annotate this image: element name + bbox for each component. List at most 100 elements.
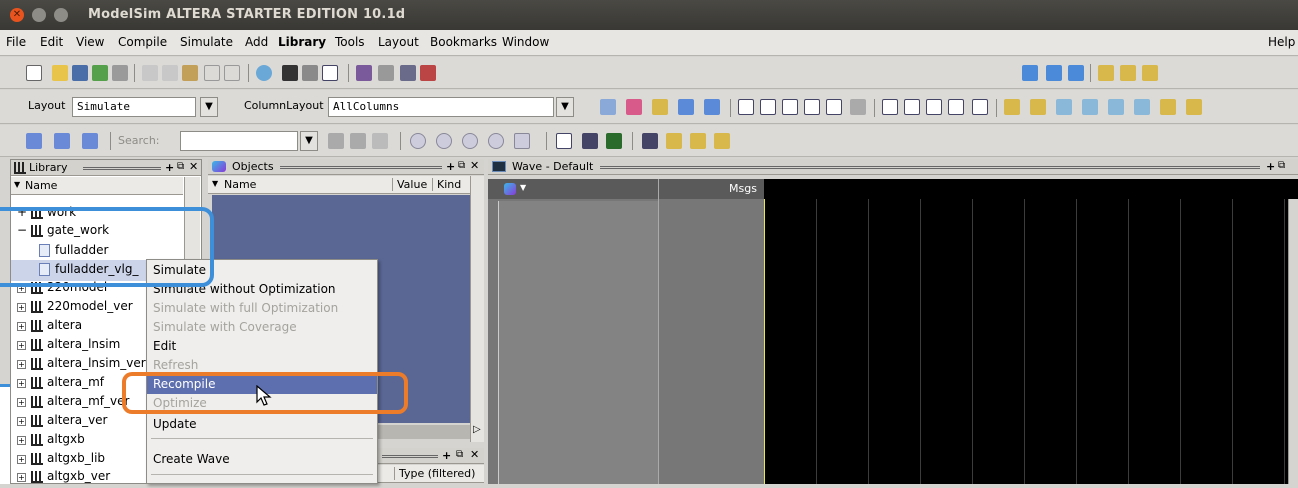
zoom-cursor-icon[interactable] [488, 133, 504, 149]
help-icon[interactable] [256, 65, 272, 81]
cursor-lock-icon[interactable] [948, 99, 964, 115]
column-layout-dropdown-button[interactable]: ▼ [556, 97, 574, 117]
library-item-altera-ver[interactable]: + altera_ver [11, 411, 161, 432]
expand-icon[interactable]: + [17, 436, 26, 445]
expand-icon[interactable]: + [17, 341, 26, 350]
play-cursor-icon[interactable] [972, 99, 988, 115]
close-window-icon[interactable]: ✕ [10, 8, 24, 22]
break-icon[interactable] [420, 65, 436, 81]
menu-edit[interactable]: Edit [40, 35, 63, 49]
expand-icon[interactable]: + [17, 322, 26, 331]
close-panel-icon[interactable]: ✕ [470, 159, 479, 172]
save-icon[interactable] [72, 65, 88, 81]
erase-icon[interactable] [850, 99, 866, 115]
zoom-in-icon[interactable] [410, 133, 426, 149]
wave-cursor[interactable] [764, 199, 765, 484]
new-file-icon[interactable] [26, 65, 42, 81]
library-item-220model-ver[interactable]: + 220model_ver [11, 297, 161, 318]
step-icon[interactable] [26, 133, 42, 149]
wave-names-pane[interactable]: ▼ [488, 179, 658, 484]
wave-view-1-icon[interactable] [556, 133, 572, 149]
step-out-icon[interactable] [1068, 65, 1084, 81]
paste-icon[interactable] [182, 65, 198, 81]
memory-icon[interactable] [322, 65, 338, 81]
expand-icon[interactable]: + [17, 473, 26, 482]
undo-icon[interactable] [204, 65, 220, 81]
menu-library[interactable]: Library [278, 35, 326, 49]
ctx-update[interactable]: Update [147, 415, 377, 434]
chevron-down-icon[interactable]: ▼ [520, 183, 526, 192]
objects-scrollbar[interactable]: ▷ [470, 176, 484, 442]
wave-names-list[interactable] [498, 201, 658, 484]
find-icon[interactable] [282, 65, 298, 81]
copy-icon[interactable] [162, 65, 178, 81]
menu-file[interactable]: File [6, 35, 26, 49]
format-1-icon[interactable] [738, 99, 754, 115]
objects-hscrollbar[interactable] [378, 425, 470, 439]
wave-options-icon[interactable] [504, 183, 516, 195]
undock-icon[interactable]: ⧉ [456, 449, 463, 460]
compile-all-icon[interactable] [378, 65, 394, 81]
wave-values-pane[interactable]: Msgs [658, 179, 765, 484]
expand-icon[interactable]: + [17, 398, 26, 407]
search-next-icon[interactable] [350, 133, 366, 149]
zoom-out-icon[interactable] [436, 133, 452, 149]
menu-add[interactable]: Add [245, 35, 268, 49]
column-name[interactable]: Name [224, 178, 256, 191]
zoom-mode-icon[interactable] [904, 99, 920, 115]
step-up-icon[interactable] [1022, 65, 1038, 81]
zoom-range-icon[interactable] [514, 133, 530, 149]
edge-first-icon[interactable] [1108, 99, 1124, 115]
compile-icon[interactable] [356, 65, 372, 81]
dock-plus-icon[interactable]: + [446, 160, 455, 173]
close-panel-icon[interactable]: ✕ [189, 160, 198, 173]
schematic-icon[interactable] [1120, 65, 1136, 81]
menu-compile[interactable]: Compile [118, 35, 167, 49]
edge-prev-icon[interactable] [1082, 99, 1098, 115]
undock-icon[interactable]: ⧉ [1278, 160, 1285, 171]
menu-tools[interactable]: Tools [335, 35, 365, 49]
add-list-icon[interactable] [626, 99, 642, 115]
menu-layout[interactable]: Layout [378, 35, 419, 49]
wave-edge-2-icon[interactable] [690, 133, 706, 149]
select-pointer-icon[interactable] [882, 99, 898, 115]
library-item-altgxb-ver[interactable]: + altgxb_ver [11, 467, 161, 488]
layout-select[interactable]: Simulate [72, 97, 196, 117]
step-over-icon[interactable] [1046, 65, 1062, 81]
column-layout-select[interactable]: AllColumns [328, 97, 554, 117]
add-watch-icon[interactable] [704, 99, 720, 115]
ctx-create-wave[interactable]: Create Wave [147, 450, 377, 469]
wave-edge-3-icon[interactable] [714, 133, 730, 149]
expand-icon[interactable]: + [17, 303, 26, 312]
dock-plus-icon[interactable]: + [442, 449, 451, 462]
library-item-altera[interactable]: + altera [11, 316, 161, 337]
menu-help[interactable]: Help [1268, 35, 1295, 49]
add-cursor-icon[interactable] [926, 99, 942, 115]
zoom-full-icon[interactable] [462, 133, 478, 149]
undock-icon[interactable]: ⧉ [177, 161, 184, 172]
add-memory-icon[interactable] [678, 99, 694, 115]
library-item-altera-lnsim[interactable]: + altera_lnsim [11, 335, 161, 356]
menu-view[interactable]: View [76, 35, 104, 49]
dataflow-icon[interactable] [1098, 65, 1114, 81]
step-back-icon[interactable] [54, 133, 70, 149]
maximize-window-icon[interactable] [54, 8, 68, 22]
menu-bookmarks[interactable]: Bookmarks [430, 35, 497, 49]
column-value[interactable]: Value [392, 178, 427, 191]
edge-next-icon[interactable] [1056, 99, 1072, 115]
add-wave-icon[interactable] [600, 99, 616, 115]
format-io-icon[interactable] [782, 99, 798, 115]
edge-search-back-icon[interactable] [1186, 99, 1202, 115]
search-dropdown-button[interactable]: ▼ [300, 131, 318, 151]
wave-vscrollbar[interactable] [1288, 199, 1298, 484]
edge-last-icon[interactable] [1134, 99, 1150, 115]
expand-icon[interactable]: + [17, 417, 26, 426]
wave-view-3-icon[interactable] [606, 133, 622, 149]
fsm-icon[interactable] [1142, 65, 1158, 81]
search-clear-icon[interactable] [372, 133, 388, 149]
format-0-icon[interactable] [760, 99, 776, 115]
waveform-canvas[interactable] [764, 199, 1288, 484]
ctx-edit[interactable]: Edit [147, 337, 377, 356]
column-kind[interactable]: Kind [432, 178, 461, 191]
collapse-icon[interactable] [302, 65, 318, 81]
